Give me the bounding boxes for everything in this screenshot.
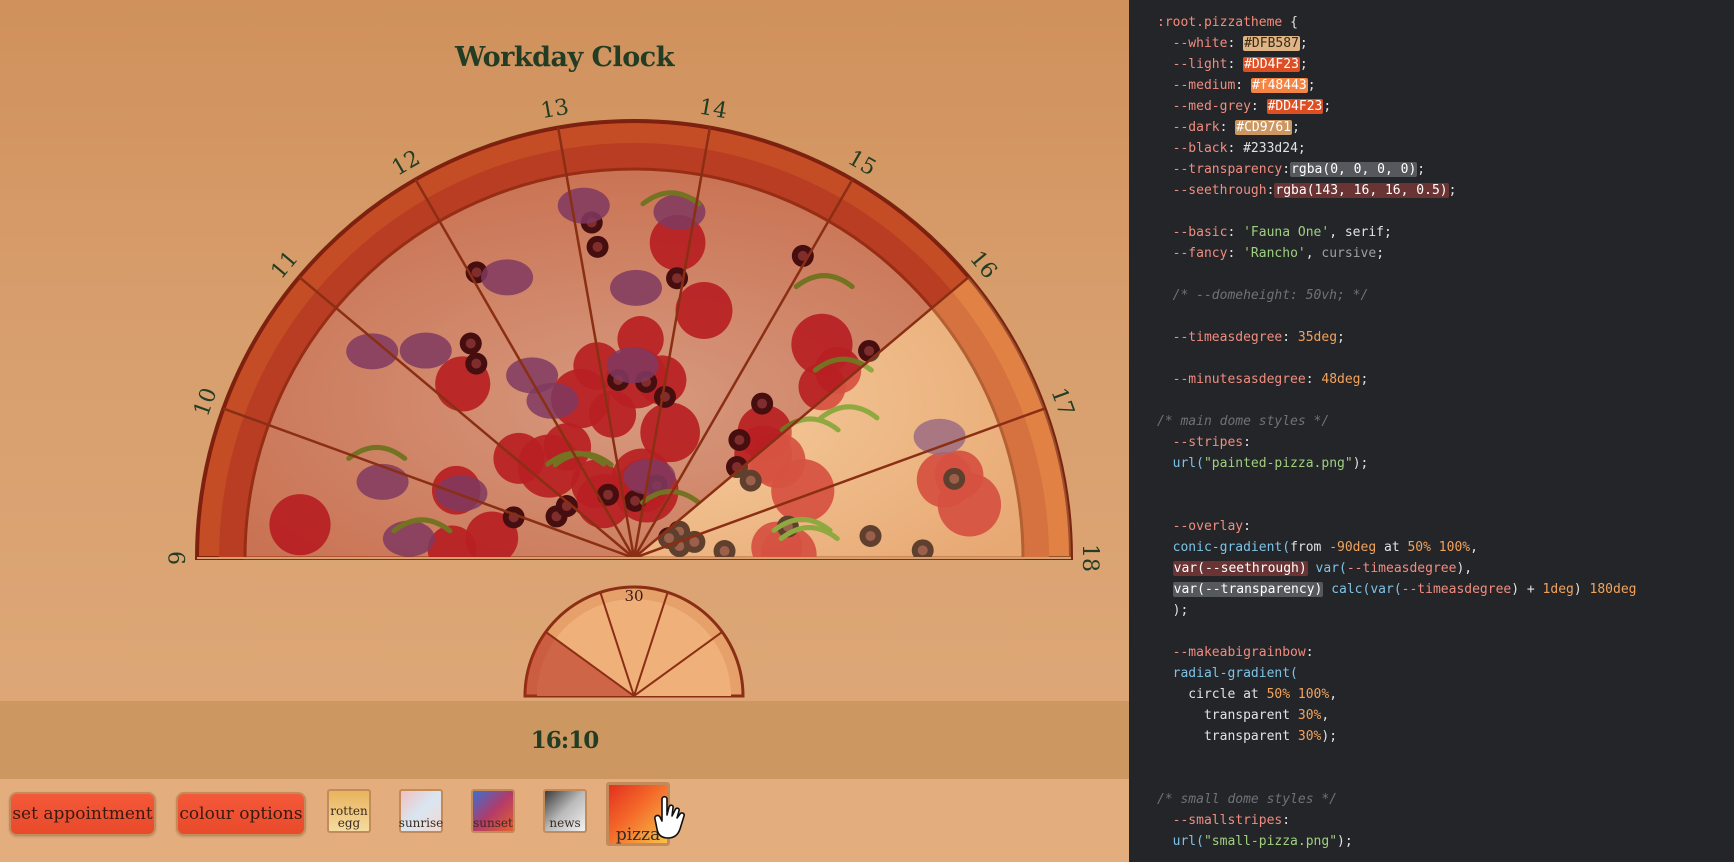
code-line: :root.pizzatheme { xyxy=(1157,15,1298,30)
code-line: --dark: #CD9761; xyxy=(1157,120,1300,135)
code-line: --smallstripes: xyxy=(1157,813,1291,828)
theme-label: sunrise xyxy=(398,816,444,830)
code-line: --fancy: 'Rancho', cursive; xyxy=(1157,246,1385,261)
theme-label: news xyxy=(549,816,581,830)
code-line: url("small-pizza.png"); xyxy=(1157,834,1353,849)
code-line: transparent 30%); xyxy=(1157,729,1338,744)
code-line: /* main dome styles */ xyxy=(1157,414,1330,429)
time-display: 16:10 xyxy=(530,726,600,754)
code-line: var(--transparency) calc(var(--timeasdeg… xyxy=(1172,582,1637,597)
code-line: --minutesasdegree: 48deg; xyxy=(1157,372,1369,387)
code-line: url("painted-pizza.png"); xyxy=(1157,456,1369,471)
code-line: ); xyxy=(1157,603,1189,618)
theme-sunset-swatch[interactable]: sunset xyxy=(471,789,515,833)
theme-label: sunset xyxy=(473,816,513,830)
theme-label: rotten egg xyxy=(330,804,368,830)
code-line: --light: #DD4F23; xyxy=(1157,57,1308,72)
theme-news-swatch[interactable]: news xyxy=(543,789,587,833)
code-line: --white: #DFB587; xyxy=(1157,36,1308,51)
code-line: --makeabigrainbow: xyxy=(1157,645,1314,660)
code-line: circle at 50% 100%, xyxy=(1157,687,1338,702)
code-line: /* small dome styles */ xyxy=(1157,792,1338,807)
code-line: --medium: #f48443; xyxy=(1157,78,1316,93)
code-line: --med-grey: #DD4F23; xyxy=(1157,99,1332,114)
code-line: --seethrough:rgba(143, 16, 16, 0.5); xyxy=(1157,183,1457,198)
hand-cursor-icon xyxy=(654,795,685,839)
code-line: --overlay: xyxy=(1157,519,1251,534)
code-line: transparent 30%, xyxy=(1157,708,1330,723)
code-line: conic-gradient(from -90deg at 50% 100%, xyxy=(1157,540,1478,555)
theme-rotten-egg-swatch[interactable]: rotten egg xyxy=(327,789,371,833)
theme-sunrise-swatch[interactable]: sunrise xyxy=(399,789,443,833)
code-line: --stripes: xyxy=(1157,435,1251,450)
code-line: /* --domeheight: 50vh; */ xyxy=(1157,288,1369,303)
minute-label: 30 xyxy=(624,587,643,605)
code-line: radial-gradient( xyxy=(1157,666,1298,681)
code-line: --timeasdegree: 35deg; xyxy=(1157,330,1345,345)
workday-clock-app: Workday Clock 9 10 11 12 13 14 15 16 17 18 30 16:… xyxy=(0,0,1129,862)
minute-dome: 30 xyxy=(523,585,745,698)
code-line: --black: #233d24; xyxy=(1157,141,1306,156)
time-bar: 16:10 xyxy=(0,701,1129,779)
code-line: var(--seethrough) var(--timeasdegree), xyxy=(1172,561,1473,576)
code-editor-panel: :root.pizzatheme { --white: #DFB587; --l… xyxy=(1129,0,1734,862)
set-appointment-button[interactable]: set appointment xyxy=(9,792,156,836)
code-line: --transparency:rgba(0, 0, 0, 0); xyxy=(1157,162,1426,177)
code-line: --basic: 'Fauna One', serif; xyxy=(1157,225,1392,240)
controls-bar: set appointment colour options rotten egg… xyxy=(0,779,1129,862)
colour-options-button[interactable]: colour options xyxy=(176,792,306,836)
